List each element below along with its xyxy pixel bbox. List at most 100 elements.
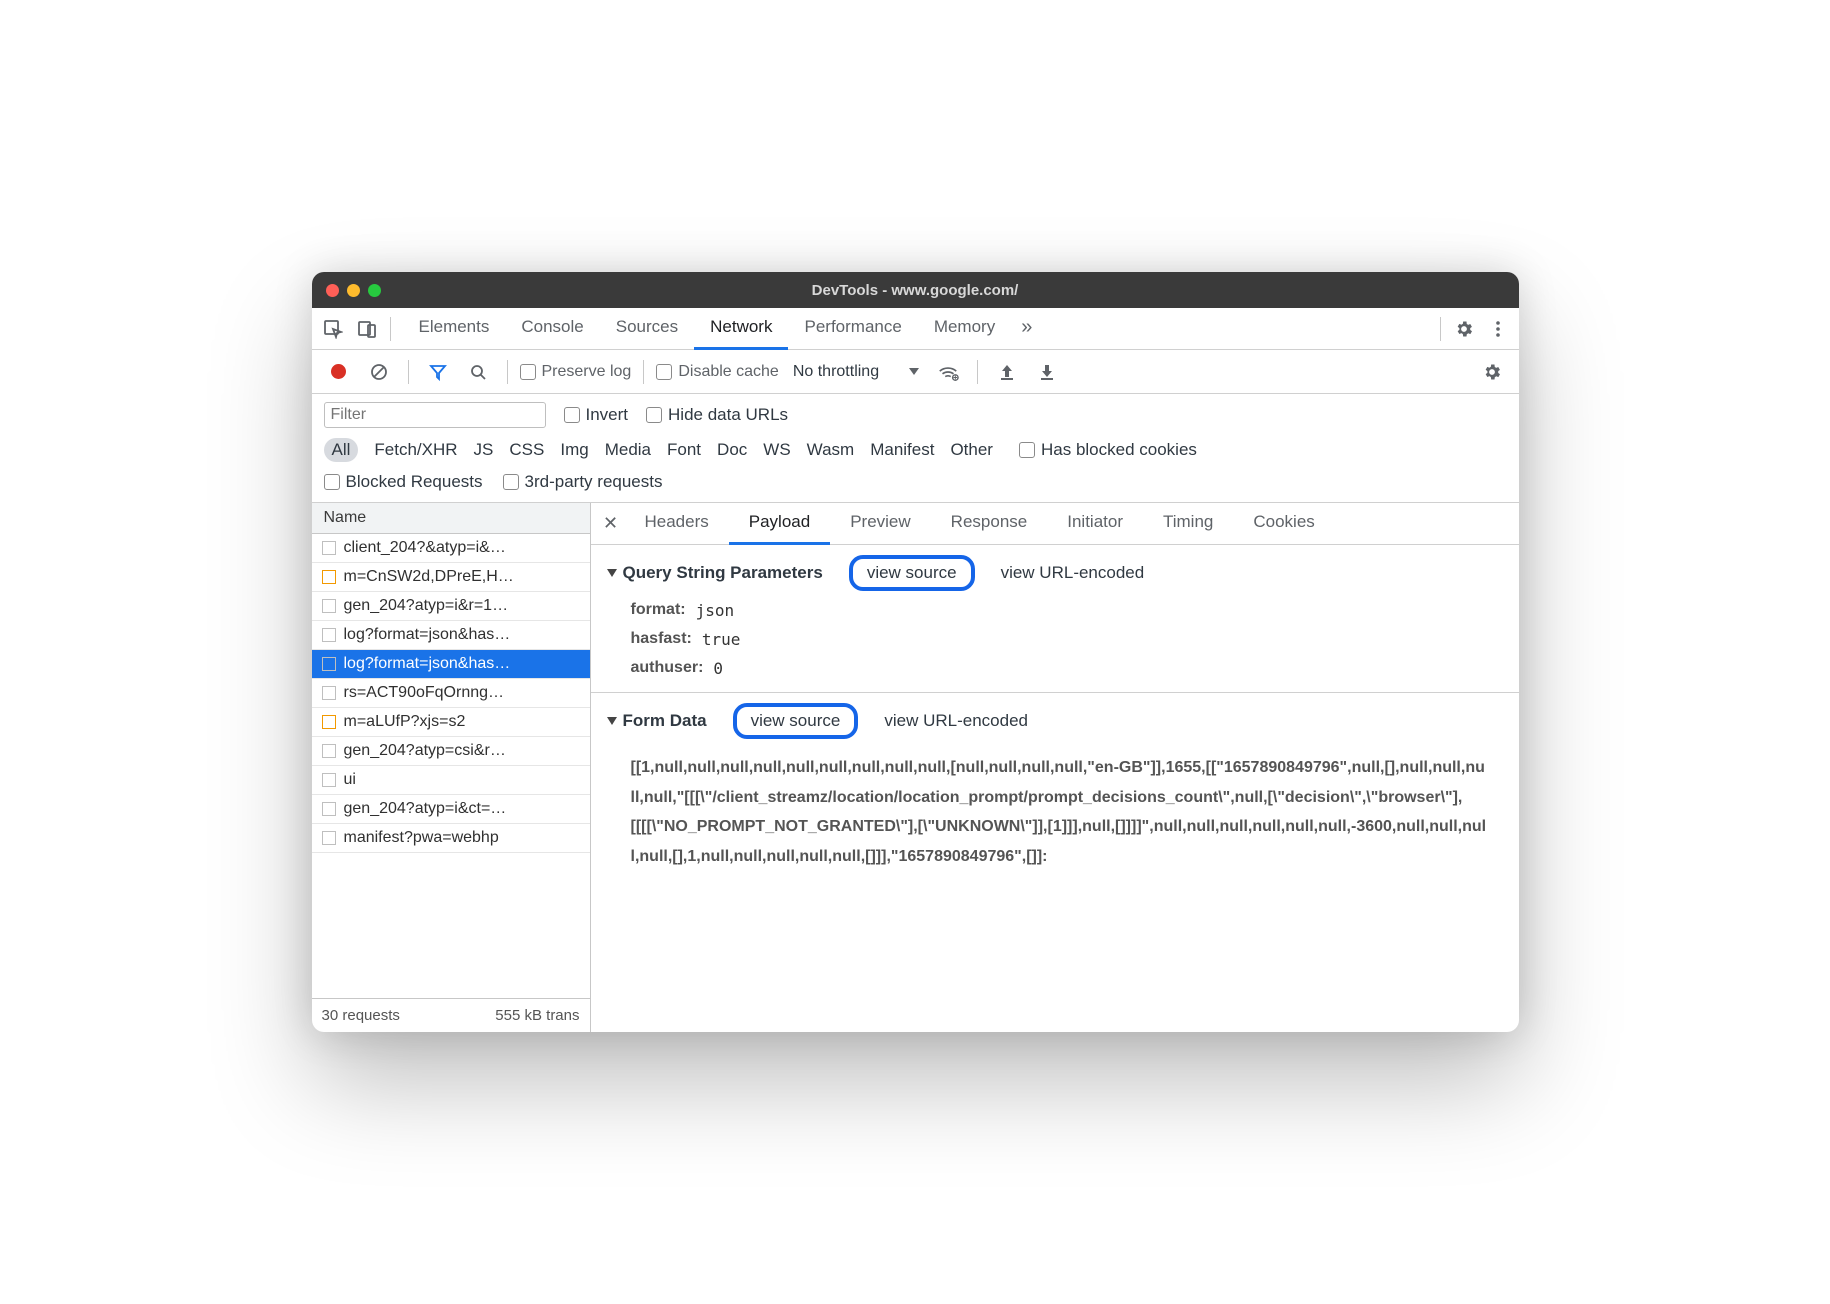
more-tabs-button[interactable]: » (1011, 308, 1042, 350)
type-filter-manifest[interactable]: Manifest (870, 440, 934, 460)
request-row[interactable]: log?format=json&has… (312, 650, 590, 679)
request-row[interactable]: client_204?&atyp=i&… (312, 534, 590, 563)
detail-tab-payload[interactable]: Payload (729, 503, 830, 545)
invert-checkbox[interactable]: Invert (564, 405, 629, 425)
payload-body: Query String Parameters view source view… (591, 545, 1519, 1032)
chevron-down-icon (909, 368, 919, 375)
third-party-label: 3rd-party requests (525, 472, 663, 492)
summary-transfer: 555 kB trans (495, 1007, 579, 1024)
qsp-view-urlencoded-link[interactable]: view URL-encoded (1001, 563, 1145, 583)
close-detail-button[interactable]: ✕ (597, 513, 625, 534)
type-filter-css[interactable]: CSS (509, 440, 544, 460)
device-toolbar-icon[interactable] (350, 312, 384, 346)
clear-icon[interactable] (362, 355, 396, 389)
type-filter-ws[interactable]: WS (763, 440, 790, 460)
detail-tab-preview[interactable]: Preview (830, 503, 930, 545)
request-row[interactable]: m=CnSW2d,DPreE,H… (312, 563, 590, 592)
request-row[interactable]: gen_204?atyp=i&ct=… (312, 795, 590, 824)
request-name: log?format=json&has… (344, 655, 511, 673)
third-party-checkbox[interactable]: 3rd-party requests (503, 472, 663, 492)
form-data-title[interactable]: Form Data (607, 711, 707, 731)
formdata-view-urlencoded-link[interactable]: view URL-encoded (884, 711, 1028, 731)
request-row[interactable]: rs=ACT90oFqOrnng… (312, 679, 590, 708)
param-row: format:json (631, 601, 1503, 620)
tab-network[interactable]: Network (694, 308, 788, 350)
request-name: gen_204?atyp=i&ct=… (344, 800, 507, 818)
filter-input[interactable] (324, 402, 546, 428)
type-filter-wasm[interactable]: Wasm (807, 440, 855, 460)
column-header-name[interactable]: Name (312, 503, 590, 534)
type-filter-all[interactable]: All (324, 438, 359, 462)
tab-memory[interactable]: Memory (918, 308, 1011, 350)
checkbox-icon (520, 364, 536, 380)
disable-cache-label: Disable cache (678, 363, 779, 381)
request-detail-panel: ✕ Headers Payload Preview Response Initi… (591, 503, 1519, 1032)
checkbox-icon (564, 407, 580, 423)
request-list[interactable]: client_204?&atyp=i&… m=CnSW2d,DPreE,H… gen… (312, 534, 590, 998)
request-row[interactable]: m=aLUfP?xjs=s2 (312, 708, 590, 737)
detail-tab-initiator[interactable]: Initiator (1047, 503, 1143, 545)
network-filter-bar: Invert Hide data URLs All Fetch/XHR JS C… (312, 394, 1519, 503)
query-string-params: format:jsonhasfast:trueauthuser:0 (607, 601, 1503, 678)
checkbox-icon (646, 407, 662, 423)
disable-cache-checkbox[interactable]: Disable cache (656, 363, 779, 381)
type-filter-doc[interactable]: Doc (717, 440, 747, 460)
devtools-window: DevTools - www.google.com/ Elements Cons… (312, 272, 1519, 1032)
summary-count: 30 requests (322, 1007, 400, 1024)
detail-tab-cookies[interactable]: Cookies (1233, 503, 1334, 545)
type-filter-js[interactable]: JS (474, 440, 494, 460)
filter-icon[interactable] (421, 355, 455, 389)
request-row[interactable]: gen_204?atyp=i&r=1… (312, 592, 590, 621)
request-name: m=CnSW2d,DPreE,H… (344, 568, 514, 586)
tab-sources[interactable]: Sources (600, 308, 694, 350)
request-row[interactable]: gen_204?atyp=csi&r… (312, 737, 590, 766)
network-summary: 30 requests 555 kB trans (312, 998, 590, 1032)
checkbox-icon (324, 474, 340, 490)
type-filter-img[interactable]: Img (560, 440, 588, 460)
qsp-view-source-link[interactable]: view source (849, 555, 975, 591)
form-data-section: Form Data view source view URL-encoded [… (591, 693, 1519, 897)
request-row[interactable]: manifest?pwa=webhp (312, 824, 590, 853)
document-file-icon (322, 686, 336, 700)
inspect-element-icon[interactable] (316, 312, 350, 346)
network-settings-icon[interactable] (1475, 355, 1509, 389)
document-file-icon (322, 599, 336, 613)
query-string-title[interactable]: Query String Parameters (607, 563, 823, 583)
formdata-view-source-link[interactable]: view source (733, 703, 859, 739)
document-file-icon (322, 541, 336, 555)
type-filter-fetchxhr[interactable]: Fetch/XHR (374, 440, 457, 460)
throttling-value: No throttling (793, 363, 879, 381)
has-blocked-cookies-checkbox[interactable]: Has blocked cookies (1019, 440, 1197, 460)
request-row[interactable]: log?format=json&has… (312, 621, 590, 650)
request-row[interactable]: ui (312, 766, 590, 795)
tab-elements[interactable]: Elements (403, 308, 506, 350)
param-row: authuser:0 (631, 659, 1503, 678)
document-file-icon (322, 628, 336, 642)
type-filter-other[interactable]: Other (950, 440, 993, 460)
hide-data-urls-checkbox[interactable]: Hide data URLs (646, 405, 788, 425)
throttling-select[interactable]: No throttling (793, 363, 919, 381)
settings-icon[interactable] (1447, 312, 1481, 346)
tab-console[interactable]: Console (505, 308, 599, 350)
kebab-menu-icon[interactable] (1481, 312, 1515, 346)
upload-har-icon[interactable] (990, 355, 1024, 389)
network-toolbar: Preserve log Disable cache No throttling (312, 350, 1519, 394)
type-filter-media[interactable]: Media (605, 440, 651, 460)
param-value: true (702, 630, 741, 649)
search-icon[interactable] (461, 355, 495, 389)
type-filter-font[interactable]: Font (667, 440, 701, 460)
detail-tab-headers[interactable]: Headers (625, 503, 729, 545)
blocked-requests-checkbox[interactable]: Blocked Requests (324, 472, 483, 492)
record-button[interactable] (322, 355, 356, 389)
download-har-icon[interactable] (1030, 355, 1064, 389)
document-file-icon (322, 657, 336, 671)
detail-tab-timing[interactable]: Timing (1143, 503, 1233, 545)
network-conditions-icon[interactable] (931, 355, 965, 389)
separator (390, 317, 391, 341)
detail-tab-response[interactable]: Response (931, 503, 1048, 545)
checkbox-icon (656, 364, 672, 380)
request-name: log?format=json&has… (344, 626, 511, 644)
tab-performance[interactable]: Performance (788, 308, 917, 350)
preserve-log-checkbox[interactable]: Preserve log (520, 363, 632, 381)
param-key: format: (631, 601, 686, 620)
